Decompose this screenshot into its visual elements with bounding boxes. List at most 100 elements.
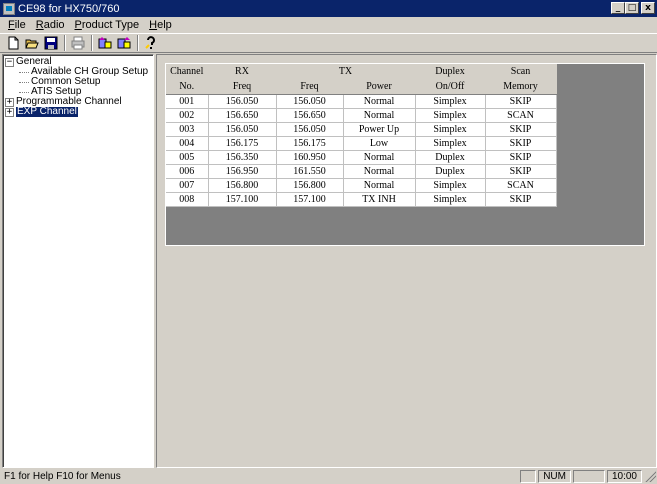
toolbar-separator bbox=[91, 35, 93, 51]
col-header-channel: Channel bbox=[166, 64, 209, 79]
cell-channel[interactable]: 003 bbox=[166, 122, 209, 137]
cell-channel[interactable]: 004 bbox=[166, 136, 209, 151]
cell-tx-freq[interactable]: 156.650 bbox=[276, 108, 344, 123]
cell-power[interactable]: Normal bbox=[343, 178, 416, 193]
cell-channel[interactable]: 006 bbox=[166, 164, 209, 179]
table-row: 003 156.050 156.050 Power Up Simplex SKI… bbox=[166, 122, 557, 137]
cell-duplex[interactable]: Simplex bbox=[415, 178, 486, 193]
cell-power[interactable]: Normal bbox=[343, 164, 416, 179]
cell-duplex[interactable]: Simplex bbox=[415, 192, 486, 207]
menu-file[interactable]: File bbox=[3, 19, 31, 31]
save-button[interactable] bbox=[42, 35, 60, 51]
cell-duplex[interactable]: Simplex bbox=[415, 122, 486, 137]
resize-grip-icon[interactable] bbox=[644, 470, 656, 482]
cell-tx-freq[interactable]: 156.050 bbox=[276, 94, 344, 109]
print-button[interactable] bbox=[69, 35, 87, 51]
cell-scan[interactable]: SKIP bbox=[485, 164, 557, 179]
cell-power[interactable]: Normal bbox=[343, 150, 416, 165]
channel-view: Channel RX TX Duplex Scan No. Freq Freq … bbox=[156, 54, 657, 468]
cell-power[interactable]: Normal bbox=[343, 94, 416, 109]
new-icon bbox=[8, 36, 19, 50]
write-radio-icon bbox=[117, 37, 131, 49]
cell-channel[interactable]: 005 bbox=[166, 150, 209, 165]
cell-scan[interactable]: SKIP bbox=[485, 136, 557, 151]
cell-tx-freq[interactable]: 157.100 bbox=[276, 192, 344, 207]
col-header-duplex: Duplex bbox=[415, 64, 486, 79]
read-radio-icon bbox=[98, 37, 112, 49]
navigation-tree: − General Available CH Group Setup Commo… bbox=[2, 54, 154, 468]
collapse-icon[interactable]: − bbox=[5, 57, 14, 67]
cell-scan[interactable]: SCAN bbox=[485, 178, 557, 193]
cell-duplex[interactable]: Duplex bbox=[415, 150, 486, 165]
maximize-button[interactable]: □ bbox=[625, 2, 639, 14]
menu-bar: File Radio Product Type Help bbox=[0, 17, 657, 32]
cell-scan[interactable]: SKIP bbox=[485, 94, 557, 109]
help-icon bbox=[145, 36, 155, 49]
cell-tx-freq[interactable]: 161.550 bbox=[276, 164, 344, 179]
open-button[interactable] bbox=[23, 35, 41, 51]
tree-branch-line bbox=[19, 91, 29, 93]
table-row: 002 156.650 156.650 Normal Simplex SCAN bbox=[166, 108, 557, 123]
cell-duplex[interactable]: Duplex bbox=[415, 164, 486, 179]
status-panel-time: 10:00 bbox=[606, 469, 642, 483]
cell-rx-freq[interactable]: 156.050 bbox=[208, 94, 277, 109]
col-header-on-off: On/Off bbox=[415, 79, 486, 95]
channel-grid: Channel RX TX Duplex Scan No. Freq Freq … bbox=[166, 64, 557, 207]
cell-tx-freq[interactable]: 156.800 bbox=[276, 178, 344, 193]
cell-tx-freq[interactable]: 160.950 bbox=[276, 150, 344, 165]
tree-label-exp-channel[interactable]: EXP Channel bbox=[16, 107, 78, 117]
cell-scan[interactable]: SCAN bbox=[485, 108, 557, 123]
menu-help[interactable]: Help bbox=[144, 19, 177, 31]
cell-power[interactable]: Normal bbox=[343, 108, 416, 123]
app-icon[interactable] bbox=[3, 2, 15, 15]
cell-scan[interactable]: SKIP bbox=[485, 150, 557, 165]
cell-scan[interactable]: SKIP bbox=[485, 192, 557, 207]
col-header-scan: Scan bbox=[485, 64, 557, 79]
cell-tx-freq[interactable]: 156.050 bbox=[276, 122, 344, 137]
help-button[interactable] bbox=[142, 35, 160, 51]
tree-branch-line bbox=[19, 71, 29, 73]
cell-tx-freq[interactable]: 156.175 bbox=[276, 136, 344, 151]
cell-duplex[interactable]: Simplex bbox=[415, 108, 486, 123]
cell-duplex[interactable]: Simplex bbox=[415, 136, 486, 151]
new-button[interactable] bbox=[4, 35, 22, 51]
cell-channel[interactable]: 008 bbox=[166, 192, 209, 207]
expand-icon[interactable]: + bbox=[5, 107, 14, 117]
status-panel-caps bbox=[520, 469, 537, 483]
close-button[interactable]: x bbox=[641, 2, 655, 14]
cell-channel[interactable]: 001 bbox=[166, 94, 209, 109]
table-row: 004 156.175 156.175 Low Simplex SKIP bbox=[166, 136, 557, 151]
channel-grid-container: Channel RX TX Duplex Scan No. Freq Freq … bbox=[165, 63, 645, 246]
cell-power[interactable]: TX INH bbox=[343, 192, 416, 207]
cell-power[interactable]: Power Up bbox=[343, 122, 416, 137]
menu-radio[interactable]: Radio bbox=[31, 19, 70, 31]
save-icon bbox=[44, 36, 58, 50]
cell-rx-freq[interactable]: 156.175 bbox=[208, 136, 277, 151]
col-header-rx-freq: Freq bbox=[208, 79, 277, 95]
cell-rx-freq[interactable]: 156.650 bbox=[208, 108, 277, 123]
cell-channel[interactable]: 002 bbox=[166, 108, 209, 123]
minimize-button[interactable]: _ bbox=[611, 2, 625, 14]
tree-branch-line bbox=[19, 81, 29, 83]
read-radio-button[interactable] bbox=[96, 35, 114, 51]
cell-rx-freq[interactable]: 157.100 bbox=[208, 192, 277, 207]
col-header-no: No. bbox=[166, 79, 209, 95]
expand-icon[interactable]: + bbox=[5, 97, 14, 107]
cell-rx-freq[interactable]: 156.050 bbox=[208, 122, 277, 137]
cell-rx-freq[interactable]: 156.800 bbox=[208, 178, 277, 193]
toolbar bbox=[0, 33, 657, 53]
cell-power[interactable]: Low bbox=[343, 136, 416, 151]
cell-rx-freq[interactable]: 156.950 bbox=[208, 164, 277, 179]
window-controls: _ □ x bbox=[611, 2, 655, 14]
title-bar: CE98 for HX750/760 _ □ x bbox=[0, 0, 657, 17]
table-row: 001 156.050 156.050 Normal Simplex SKIP bbox=[166, 94, 557, 109]
status-panel-num: NUM bbox=[538, 469, 571, 483]
cell-channel[interactable]: 007 bbox=[166, 178, 209, 193]
menu-product-type[interactable]: Product Type bbox=[70, 19, 145, 31]
tree-node-exp-channel[interactable]: + EXP Channel bbox=[5, 107, 153, 117]
cell-scan[interactable]: SKIP bbox=[485, 122, 557, 137]
cell-rx-freq[interactable]: 156.350 bbox=[208, 150, 277, 165]
write-radio-button[interactable] bbox=[115, 35, 133, 51]
cell-duplex[interactable]: Simplex bbox=[415, 94, 486, 109]
toolbar-separator bbox=[64, 35, 66, 51]
